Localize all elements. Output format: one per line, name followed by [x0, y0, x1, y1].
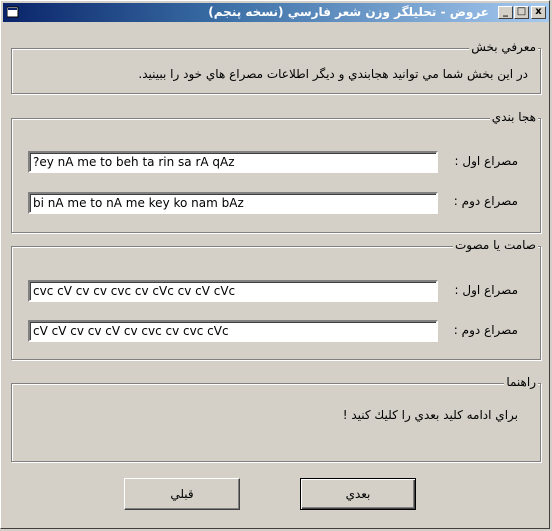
- intro-legend: معرفي بخش: [469, 40, 538, 54]
- syllables-group: هجا بندي مصراع اول : مصراع دوم :: [11, 110, 541, 233]
- phones-second-field[interactable]: [28, 320, 438, 342]
- intro-group: معرفي بخش در اين بخش شما مي توانيد هجابن…: [11, 40, 541, 94]
- syllables-second-field[interactable]: [28, 192, 438, 214]
- guide-legend: راهنما: [504, 375, 538, 389]
- minimize-button[interactable]: _: [498, 6, 513, 19]
- maximize-button[interactable]: □: [514, 6, 529, 19]
- syllables-first-field[interactable]: [28, 151, 438, 173]
- title-bar[interactable]: عروض - تحليلگر وزن شعر فارسي (نسخه پنجم)…: [3, 3, 549, 22]
- close-button[interactable]: x: [531, 6, 546, 19]
- syllables-first-label: مصراع اول :: [454, 154, 518, 168]
- intro-text: در اين بخش شما مي توانيد هجابندي و ديگر …: [138, 67, 528, 81]
- phones-legend: صامت يا مصوت: [452, 238, 538, 252]
- syllables-second-label: مصراع دوم :: [453, 194, 518, 208]
- phones-second-label: مصراع دوم :: [453, 323, 518, 337]
- next-button[interactable]: بعدي: [300, 478, 416, 510]
- phones-group: صامت يا مصوت مصراع اول : مصراع دوم :: [11, 238, 541, 360]
- main-window: عروض - تحليلگر وزن شعر فارسي (نسخه پنجم)…: [0, 0, 550, 529]
- app-icon: [7, 6, 19, 18]
- syllables-legend: هجا بندي: [489, 110, 538, 124]
- phones-first-label: مصراع اول :: [454, 283, 518, 297]
- guide-group: راهنما براي ادامه كليد بعدي را كليك كنيد…: [11, 375, 541, 462]
- phones-first-field[interactable]: [28, 280, 438, 302]
- prev-button[interactable]: قبلي: [124, 478, 240, 510]
- guide-text: براي ادامه كليد بعدي را كليك كنيد !: [342, 408, 518, 422]
- window-title: عروض - تحليلگر وزن شعر فارسي (نسخه پنجم): [208, 5, 489, 19]
